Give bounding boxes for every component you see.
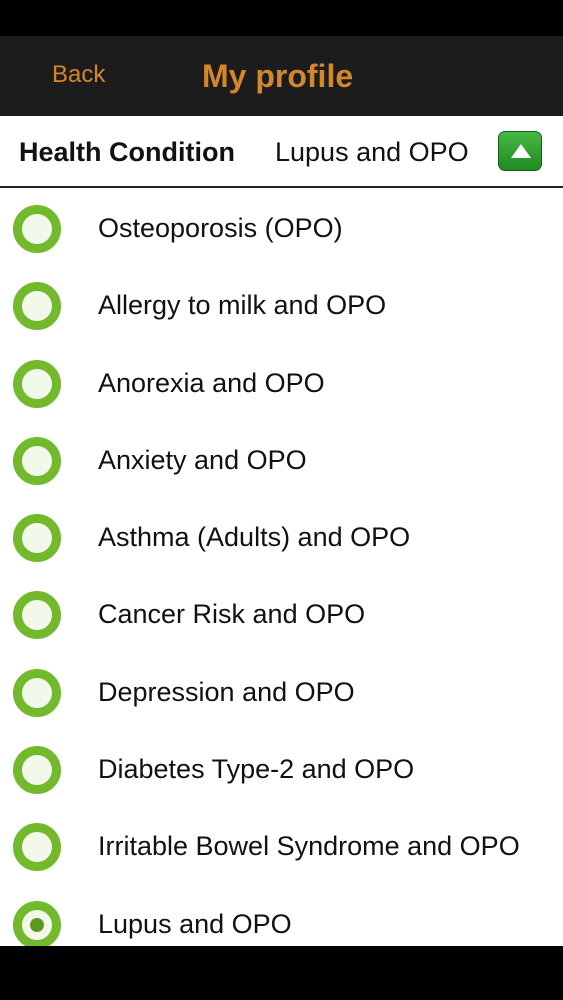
radio-button[interactable] (13, 205, 61, 253)
collapse-button[interactable] (498, 131, 542, 171)
health-condition-label: Health Condition (19, 137, 235, 167)
chevron-up-icon (511, 144, 531, 158)
list-item-label: Anorexia and OPO (98, 367, 325, 398)
list-item[interactable]: Osteoporosis (OPO) (0, 190, 563, 267)
radio-button[interactable] (13, 746, 61, 795)
radio-button[interactable] (13, 436, 61, 485)
list-item[interactable]: Diabetes Type-2 and OPO (0, 731, 563, 808)
health-condition-value: Lupus and OPO (275, 137, 469, 167)
radio-button[interactable] (13, 823, 61, 872)
status-bar (0, 0, 563, 36)
bottom-bar (0, 946, 563, 1000)
radio-button[interactable] (13, 359, 61, 408)
list-item-label: Irritable Bowel Syndrome and OPO (98, 831, 520, 862)
radio-button[interactable] (13, 900, 61, 946)
radio-button[interactable] (13, 591, 61, 640)
radio-button[interactable] (13, 514, 61, 563)
radio-button[interactable] (13, 668, 61, 717)
list-item[interactable]: Cancer Risk and OPO (0, 576, 563, 653)
back-button[interactable]: Back (52, 60, 105, 90)
list-item-label: Osteoporosis (OPO) (98, 213, 343, 243)
list-item-label: Cancer Risk and OPO (98, 599, 366, 630)
health-condition-list: Osteoporosis (OPO) Allergy to milk and O… (0, 190, 563, 946)
page-title: My profile (202, 58, 354, 94)
list-item-label: Asthma (Adults) and OPO (98, 522, 411, 553)
list-item-label: Anxiety and OPO (98, 444, 307, 475)
list-item[interactable]: Anxiety and OPO (0, 422, 563, 499)
health-condition-header[interactable]: Health Condition Lupus and OPO (0, 116, 563, 188)
navigation-bar: Back My profile (0, 36, 563, 116)
list-item-label: Depression and OPO (98, 676, 355, 707)
radio-button[interactable] (13, 282, 61, 331)
list-item[interactable]: Irritable Bowel Syndrome and OPO (0, 808, 563, 885)
list-item[interactable]: Anorexia and OPO (0, 345, 563, 422)
list-item[interactable]: Depression and OPO (0, 654, 563, 731)
list-item-label: Allergy to milk and OPO (98, 290, 387, 321)
list-item-label: Lupus and OPO (98, 908, 292, 939)
list-item[interactable]: Asthma (Adults) and OPO (0, 499, 563, 576)
list-item-label: Diabetes Type-2 and OPO (98, 754, 415, 785)
list-item[interactable]: Allergy to milk and OPO (0, 267, 563, 344)
list-item[interactable]: Lupus and OPO (0, 886, 563, 946)
